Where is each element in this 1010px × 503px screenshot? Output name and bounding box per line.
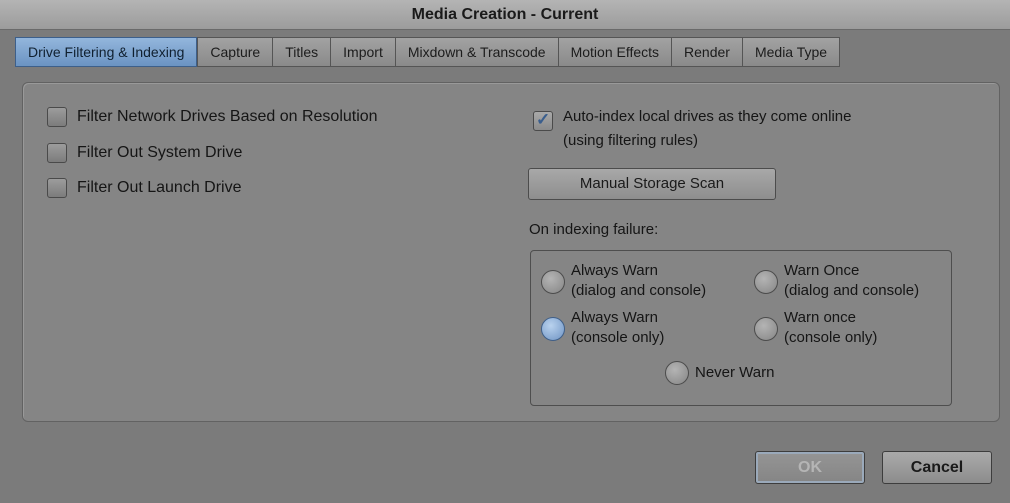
ok-button[interactable]: OK <box>755 451 865 484</box>
radio-label: Always Warn <box>571 262 658 279</box>
tab-render[interactable]: Render <box>671 37 742 67</box>
filter-launch-drive-checkbox[interactable] <box>47 178 67 198</box>
indexing-failure-label: On indexing failure: <box>529 221 659 238</box>
checkmark-icon: ✓ <box>536 110 551 129</box>
auto-index-sublabel: (using filtering rules) <box>563 132 699 149</box>
filter-system-drive-label: Filter Out System Drive <box>77 144 243 161</box>
radio-never-warn[interactable]: Never Warn <box>665 361 774 385</box>
radio-sublabel: (dialog and console) <box>571 282 707 299</box>
auto-index-row[interactable]: ✓ Auto-index local drives as they come o… <box>533 105 852 153</box>
radio-sublabel: (console only) <box>784 329 878 346</box>
window-title: Media Creation - Current <box>0 0 1010 30</box>
radio-sublabel: (dialog and console) <box>784 282 920 299</box>
filter-network-drives-checkbox[interactable] <box>47 107 67 127</box>
indexing-failure-group: Always Warn (dialog and console) Warn On… <box>530 250 952 406</box>
radio-warn-once-console[interactable]: Warn once (console only) <box>754 308 877 348</box>
radio-warn-once-dialog[interactable]: Warn Once (dialog and console) <box>754 261 919 301</box>
tab-import[interactable]: Import <box>330 37 395 67</box>
settings-panel: Filter Network Drives Based on Resolutio… <box>22 82 1000 422</box>
tab-bar: Drive Filtering & Indexing Capture Title… <box>15 37 841 67</box>
tab-capture[interactable]: Capture <box>197 37 273 67</box>
radio-label: Warn Once <box>784 262 860 279</box>
radio-button[interactable] <box>541 270 565 294</box>
radio-always-warn-console[interactable]: Always Warn (console only) <box>541 308 664 348</box>
filter-network-drives-row[interactable]: Filter Network Drives Based on Resolutio… <box>47 107 378 127</box>
tab-drive-filtering-indexing[interactable]: Drive Filtering & Indexing <box>15 37 198 67</box>
radio-button[interactable] <box>665 361 689 385</box>
filter-launch-drive-label: Filter Out Launch Drive <box>77 179 242 196</box>
tab-titles[interactable]: Titles <box>272 37 331 67</box>
radio-label: Always Warn <box>571 309 658 326</box>
radio-button[interactable] <box>754 270 778 294</box>
radio-label: Never Warn <box>695 364 775 381</box>
filter-system-drive-checkbox[interactable] <box>47 143 67 163</box>
radio-always-warn-dialog[interactable]: Always Warn (dialog and console) <box>541 261 706 301</box>
cancel-button[interactable]: Cancel <box>882 451 992 484</box>
manual-storage-scan-button[interactable]: Manual Storage Scan <box>528 168 776 200</box>
filter-system-drive-row[interactable]: Filter Out System Drive <box>47 143 242 163</box>
filter-launch-drive-row[interactable]: Filter Out Launch Drive <box>47 178 242 198</box>
radio-sublabel: (console only) <box>571 329 665 346</box>
tab-media-type[interactable]: Media Type <box>741 37 841 67</box>
radio-button-selected[interactable] <box>541 317 565 341</box>
radio-button[interactable] <box>754 317 778 341</box>
auto-index-label: Auto-index local drives as they come onl… <box>563 108 852 125</box>
radio-label: Warn once <box>784 309 856 326</box>
tab-mixdown-transcode[interactable]: Mixdown & Transcode <box>394 37 558 67</box>
auto-index-checkbox[interactable]: ✓ <box>533 110 553 131</box>
filter-network-drives-label: Filter Network Drives Based on Resolutio… <box>77 108 378 125</box>
tab-motion-effects[interactable]: Motion Effects <box>557 37 672 67</box>
